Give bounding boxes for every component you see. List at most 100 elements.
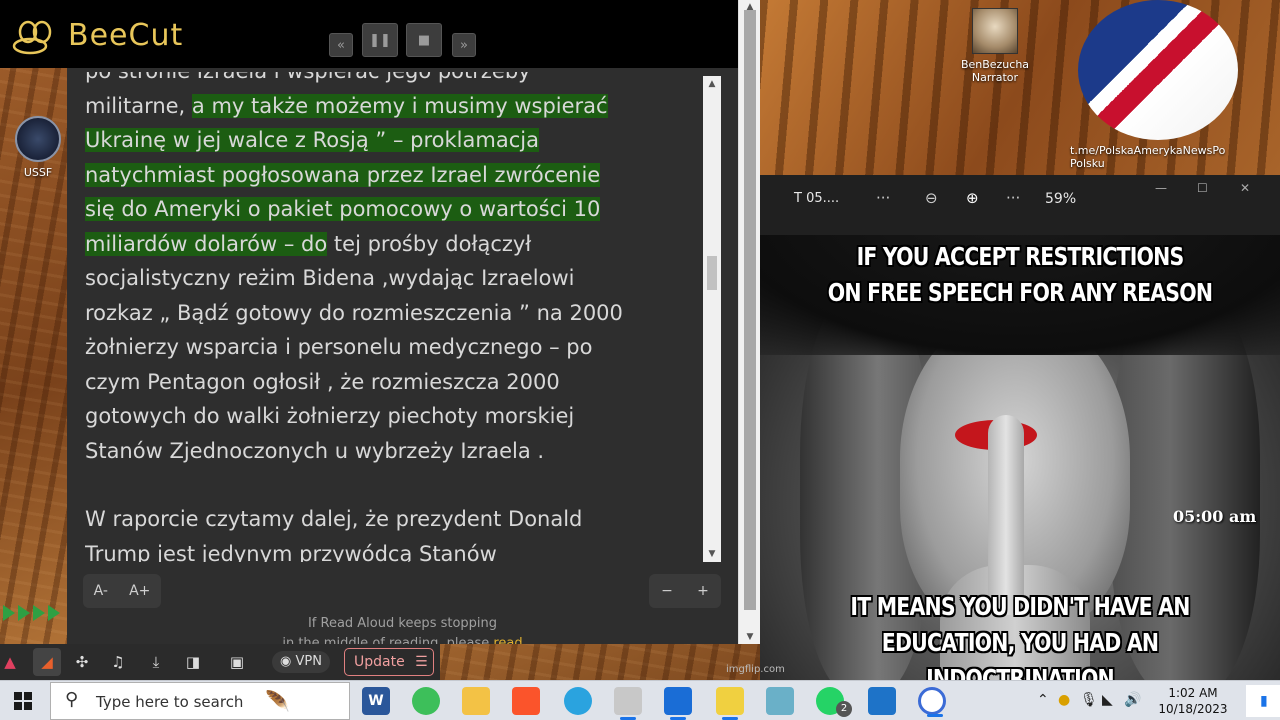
window-scrollbar[interactable]: ▲ ▼ <box>738 0 760 644</box>
zoom-level: 59% <box>1045 191 1077 207</box>
speed-increase-button[interactable]: + <box>697 583 709 599</box>
read-aloud-extension-icon[interactable]: ◢ <box>33 648 61 676</box>
beecut-app-icon[interactable] <box>716 687 744 720</box>
reader-highlight: Ukrainę w jej walce z Rosją ” – proklama… <box>85 128 539 152</box>
stop-icon: ■ <box>417 32 431 48</box>
sidebar-icon[interactable]: ◨ <box>183 652 203 672</box>
reader-line: natychmiast pogłosowana przez Izrael zwr… <box>85 158 711 193</box>
vpn-status-icon: ◉ <box>280 654 296 669</box>
volume-icon[interactable]: 🔊 <box>1124 692 1141 708</box>
more-options-button[interactable]: ··· <box>876 189 890 207</box>
microphone-icon[interactable]: 🎙 <box>1080 692 1098 708</box>
reader-note: If Read Aloud keeps stopping in the midd… <box>67 614 738 644</box>
reader-line: Trump jest jedynym przywódcą Stanów <box>85 541 497 563</box>
browser-extension-bar: ▲ ◢ ✣ ♫ ⤓ ◨ ▣ ◉ VPN Update ☰ <box>0 644 440 680</box>
reader-line: gotowych do walki żołnierzy piechoty mor… <box>85 404 575 428</box>
meme-bottom-line1: IT MEANS YOU DIDN'T HAVE AN <box>850 592 1190 621</box>
pause-button[interactable]: ❚❚ <box>362 23 398 57</box>
file-explorer-icon[interactable] <box>462 687 490 715</box>
taskbar-clock[interactable]: 1:02 AM 10/18/2023 <box>1155 685 1231 717</box>
download-icon[interactable]: ⤓ <box>146 652 166 672</box>
left-play-arrows <box>0 605 67 645</box>
scroll-down-icon[interactable]: ▼ <box>703 546 721 562</box>
zoom-in-icon[interactable]: ⊕ <box>966 189 979 207</box>
app-triangle-icon[interactable]: ▲ <box>0 652 20 672</box>
music-icon[interactable]: ♫ <box>108 652 128 672</box>
windows-logo-icon <box>14 702 22 710</box>
puzzle-icon[interactable]: ✣ <box>72 652 92 672</box>
vpn-button[interactable]: ◉ VPN <box>272 651 330 673</box>
reader-line: socjalistyczny reżim Bidena ,wydając Izr… <box>85 266 575 290</box>
taskbar-search[interactable]: ⚲ Type here to search 🪶 <box>50 682 350 720</box>
word-app-icon[interactable]: W <box>362 687 390 715</box>
app-name: BeeCut <box>68 18 184 53</box>
notification-icon: ▮ <box>1260 693 1268 709</box>
reader-scrollbar[interactable]: ▲ ▼ <box>703 76 721 562</box>
windows-logo-icon <box>24 702 32 710</box>
reader-line: miliardów dolarów – do tej prośby dołącz… <box>85 227 711 262</box>
reader-line: po stronie Izraela i wspierać jego potrz… <box>85 72 711 89</box>
reader-line: czym Pentagon ogłosił , że rozmieszcza 2… <box>85 369 560 394</box>
font-increase-button[interactable]: A+ <box>129 583 150 599</box>
narrator-avatar-icon <box>972 8 1018 54</box>
shush-finger <box>988 415 1024 615</box>
ussf-label: USSF <box>23 166 53 179</box>
telegram-icon[interactable] <box>564 687 592 715</box>
notepad-app-icon[interactable] <box>766 687 794 715</box>
start-button[interactable] <box>14 692 32 710</box>
rewind-button[interactable]: « <box>329 33 353 57</box>
window-scroll-thumb[interactable] <box>744 10 756 610</box>
photos-app-icon[interactable] <box>664 687 692 720</box>
scroll-down-icon[interactable]: ▼ <box>739 632 761 642</box>
speed-decrease-button[interactable]: − <box>661 583 673 599</box>
search-highlight-icon: 🪶 <box>265 689 290 713</box>
wifi-icon[interactable]: ◣ <box>1102 692 1113 708</box>
meme-time-overlay: 05:00 am <box>1173 507 1257 526</box>
windows-logo-icon <box>24 692 32 700</box>
close-button[interactable]: ✕ <box>1240 181 1250 195</box>
desktop-icon-telegram-link[interactable]: t.me/PolskaAmerykaNewsPo Polsku <box>1070 0 1245 170</box>
reader-line: W raporcie czytamy dalej, że prezydent D… <box>85 507 583 531</box>
wallet-icon[interactable]: ▣ <box>227 652 247 672</box>
reader-text-area[interactable]: po stronie Izraela i wspierać jego potrz… <box>85 72 711 562</box>
update-button[interactable]: Update ☰ <box>344 648 434 676</box>
maximize-button[interactable]: ☐ <box>1197 181 1208 195</box>
paint-app-icon[interactable] <box>614 687 642 720</box>
tray-app-icon[interactable]: ● <box>1058 692 1070 708</box>
play-arrow-icon <box>3 605 15 621</box>
zoom-out-icon[interactable]: ⊖ <box>925 189 938 207</box>
menu-icon: ☰ <box>415 654 428 670</box>
play-arrow-icon <box>48 605 60 621</box>
image-credit: imgflip.com <box>726 664 785 675</box>
xbox-app-icon[interactable] <box>412 687 440 715</box>
reader-line: Stanów Zjednoczonych u wybrzeży Izraela … <box>85 438 545 463</box>
windows-taskbar: ⚲ Type here to search 🪶 W 2 ⌃ ● 🎙 ◣ 🔊 1:… <box>0 680 1280 720</box>
read-link[interactable]: read <box>493 636 522 644</box>
notification-button[interactable]: ▮ <box>1246 685 1280 717</box>
desktop-icon-ussf[interactable]: USSF <box>10 116 66 179</box>
bee-logo-icon <box>12 20 52 55</box>
us-poland-flag-icon <box>1077 0 1238 140</box>
speed-control: − + <box>649 574 721 608</box>
minimize-button[interactable]: — <box>1155 181 1167 195</box>
search-icon: ⚲ <box>65 689 79 710</box>
beecut-toolbar: BeeCut « ❚❚ ■ » <box>0 0 738 68</box>
show-hidden-icons[interactable]: ⌃ <box>1037 692 1049 708</box>
font-decrease-button[interactable]: A- <box>94 583 108 599</box>
scroll-up-icon[interactable]: ▲ <box>703 76 721 92</box>
chrome-app-icon[interactable] <box>918 687 946 717</box>
reader-note-line1: If Read Aloud keeps stopping <box>307 616 498 631</box>
whatsapp-badge: 2 <box>836 701 852 717</box>
brave-browser-icon[interactable] <box>512 687 540 715</box>
narrator-label-line1: BenBezucha <box>960 58 1030 71</box>
clock-time: 1:02 AM <box>1168 686 1218 700</box>
fast-forward-button[interactable]: » <box>452 33 476 57</box>
rewind-icon: « <box>337 37 345 53</box>
stop-button[interactable]: ■ <box>406 23 442 57</box>
reader-line: Ukrainę w jej walce z Rosją ” – proklama… <box>85 123 711 158</box>
more-options-button[interactable]: ··· <box>1006 189 1020 207</box>
reader-scroll-thumb[interactable] <box>707 256 717 290</box>
meme-bottom-line2: EDUCATION, YOU HAD AN INDOCTRINATION <box>881 628 1159 680</box>
desktop-icon-narrator[interactable]: BenBezucha Narrator <box>955 8 1035 84</box>
store-app-icon[interactable] <box>868 687 896 715</box>
